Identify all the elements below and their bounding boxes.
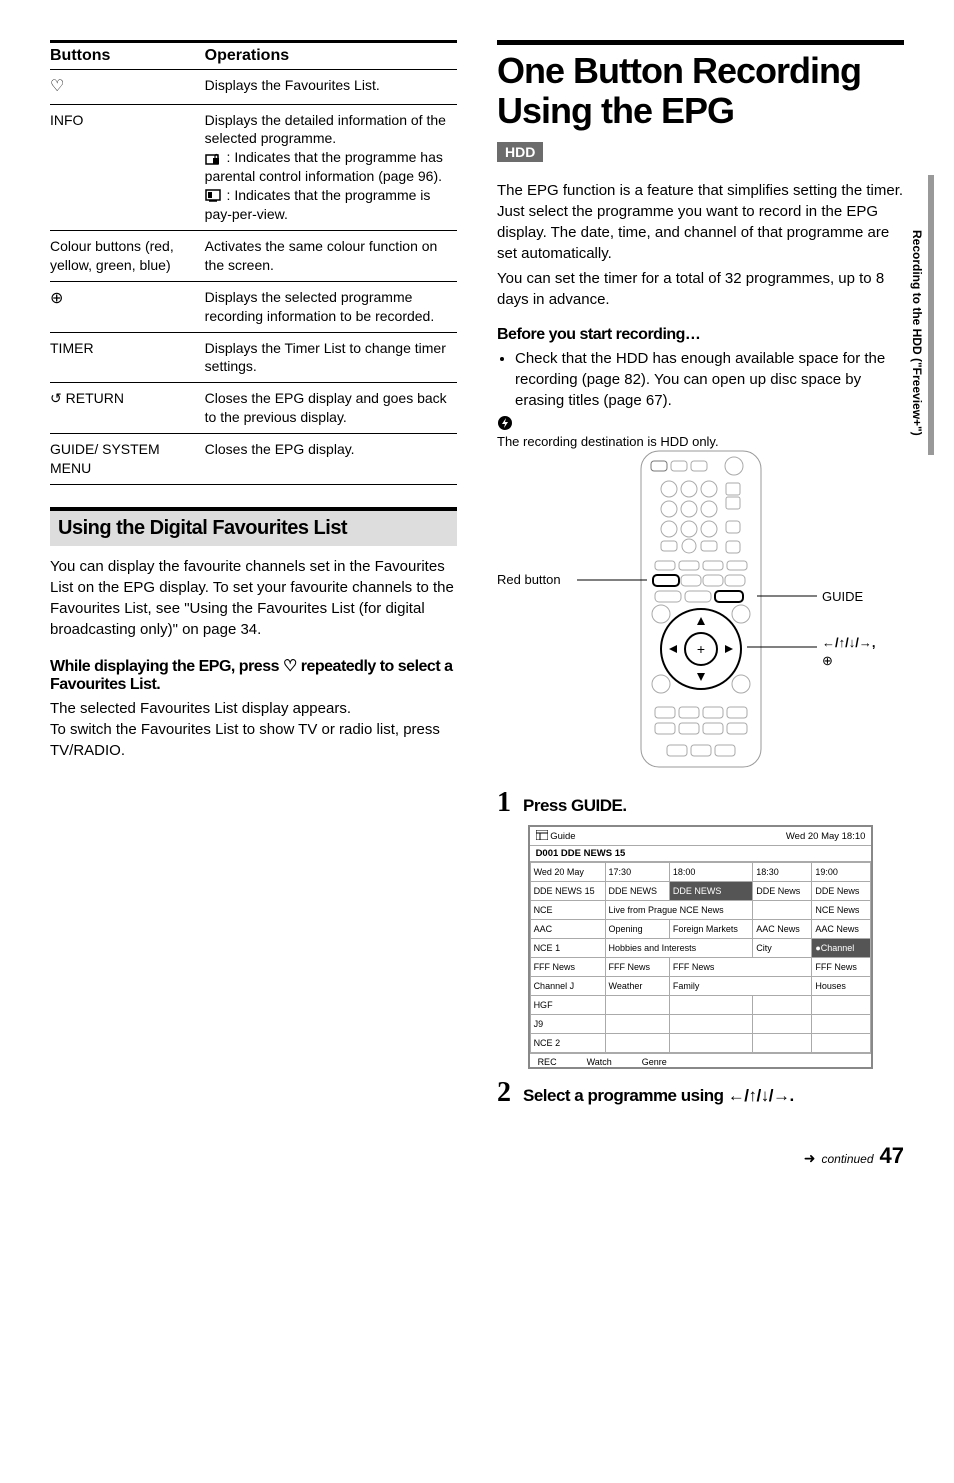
op-text: Displays the detailed information of the…	[205, 104, 457, 230]
op-text: Activates the same colour function on th…	[205, 230, 457, 281]
btn-text: TIMER	[50, 332, 205, 383]
zoom-plus-icon: ⊕	[50, 288, 63, 310]
epg-footer-watch: Watch	[587, 1057, 612, 1067]
return-icon: ↺	[50, 390, 62, 406]
note-icon	[497, 415, 904, 436]
btn-text: INFO	[50, 104, 205, 230]
lock-icon	[205, 149, 227, 165]
sidebar-section-label: Recording to the HDD ("Freeview+")	[910, 230, 924, 436]
btn-text: GUIDE/ SYSTEM MENU	[50, 434, 205, 485]
table-row: ↺ RETURN Closes the EPG display and goes…	[50, 383, 457, 434]
heart-icon: ♡	[50, 76, 64, 98]
note-text: The recording destination is HDD only.	[497, 434, 904, 449]
section-heading-favourites: Using the Digital Favourites List	[50, 507, 457, 546]
continued-arrow-icon: ➜	[804, 1150, 816, 1167]
step-text-2: Select a programme using ←/↑/↓/→.	[523, 1086, 794, 1106]
subheading-while-displaying: While displaying the EPG, press ♡ repeat…	[50, 656, 457, 694]
step-number-1: 1	[497, 789, 511, 817]
right-column: One Button Recording Using the EPG HDD T…	[497, 40, 904, 1113]
op-text: Closes the EPG display and goes back to …	[205, 383, 457, 434]
bullet-item: Check that the HDD has enough available …	[515, 348, 904, 411]
table-row: ⊕ Displays the selected programme record…	[50, 281, 457, 332]
label-zoom-plus: ⊕	[822, 653, 833, 669]
label-guide: GUIDE	[822, 589, 863, 604]
epg-screenshot: Guide Wed 20 May 18:10 D001 DDE NEWS 15 …	[528, 825, 874, 1069]
th-operations: Operations	[205, 42, 457, 70]
op-text: Closes the EPG display.	[205, 434, 457, 485]
label-arrows: ←/↑/↓/→,	[822, 635, 875, 650]
paragraph: The selected Favourites List display app…	[50, 698, 457, 761]
sidebar-accent-bar	[928, 175, 934, 455]
op-text: Displays the Timer List to change timer …	[205, 332, 457, 383]
page-footer: ➜ continued 47	[50, 1143, 904, 1169]
hdd-badge: HDD	[497, 142, 543, 162]
epg-channel-title: D001 DDE NEWS 15	[530, 846, 872, 862]
op-text: Displays the Favourites List.	[205, 70, 457, 105]
remote-diagram: +	[497, 449, 904, 779]
op-text: Displays the selected programme recordin…	[205, 281, 457, 332]
subheading-before-start: Before you start recording…	[497, 326, 904, 344]
btn-text: ↺ RETURN	[50, 383, 205, 434]
left-column: Buttons Operations ♡ Displays the Favour…	[50, 40, 457, 1113]
page-title: One Button Recording Using the EPG	[497, 40, 904, 130]
epg-footer-rec: REC	[538, 1057, 557, 1067]
table-row: Colour buttons (red, yellow, green, blue…	[50, 230, 457, 281]
epg-grid: Wed 20 May 17:3018:00 18:3019:00 DDE NEW…	[530, 862, 872, 1053]
table-row: GUIDE/ SYSTEM MENU Closes the EPG displa…	[50, 434, 457, 485]
buttons-operations-table: Buttons Operations ♡ Displays the Favour…	[50, 40, 457, 485]
continued-label: continued	[821, 1152, 873, 1166]
label-red-button: Red button	[497, 572, 561, 587]
table-row: ♡ Displays the Favourites List.	[50, 70, 457, 105]
th-buttons: Buttons	[50, 42, 205, 70]
btn-text: Colour buttons (red, yellow, green, blue…	[50, 230, 205, 281]
paragraph: You can set the timer for a total of 32 …	[497, 268, 904, 310]
epg-clock: Wed 20 May 18:10	[786, 831, 866, 842]
table-row: INFO Displays the detailed information o…	[50, 104, 457, 230]
step-text-1: Press GUIDE.	[523, 796, 627, 816]
heart-icon: ♡	[283, 658, 297, 675]
pay-tv-icon	[205, 187, 227, 203]
paragraph: The EPG function is a feature that simpl…	[497, 180, 904, 264]
page-number: 47	[880, 1143, 904, 1169]
epg-guide-label: Guide	[536, 830, 576, 842]
epg-footer-genre: Genre	[642, 1057, 667, 1067]
paragraph: You can display the favourite channels s…	[50, 556, 457, 640]
step-number-2: 2	[497, 1079, 511, 1107]
table-row: TIMER Displays the Timer List to change …	[50, 332, 457, 383]
